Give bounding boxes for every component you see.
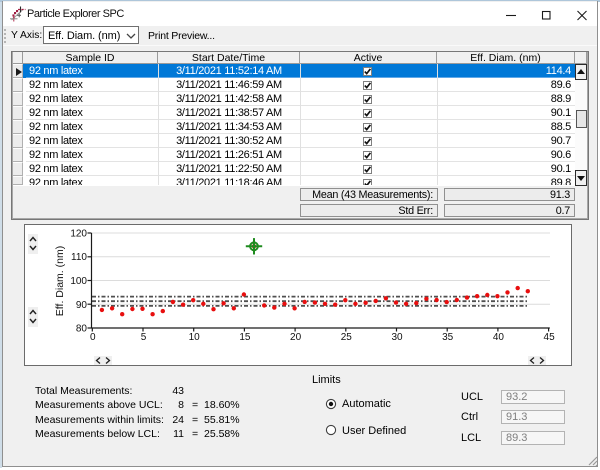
svg-text:25: 25	[341, 332, 353, 343]
svg-text:120: 120	[70, 229, 87, 240]
svg-text:30: 30	[391, 332, 403, 343]
svg-text:90: 90	[76, 300, 88, 311]
svg-text:15: 15	[239, 332, 251, 343]
svg-text:100: 100	[70, 276, 87, 287]
svg-text:80: 80	[76, 324, 88, 335]
svg-text:40: 40	[493, 332, 505, 343]
svg-text:0: 0	[90, 332, 96, 343]
svg-text:45: 45	[544, 332, 556, 343]
svg-text:20: 20	[290, 332, 302, 343]
svg-text:35: 35	[442, 332, 454, 343]
svg-text:110: 110	[71, 252, 87, 263]
svg-text:10: 10	[189, 332, 201, 343]
svg-text:5: 5	[141, 332, 147, 343]
